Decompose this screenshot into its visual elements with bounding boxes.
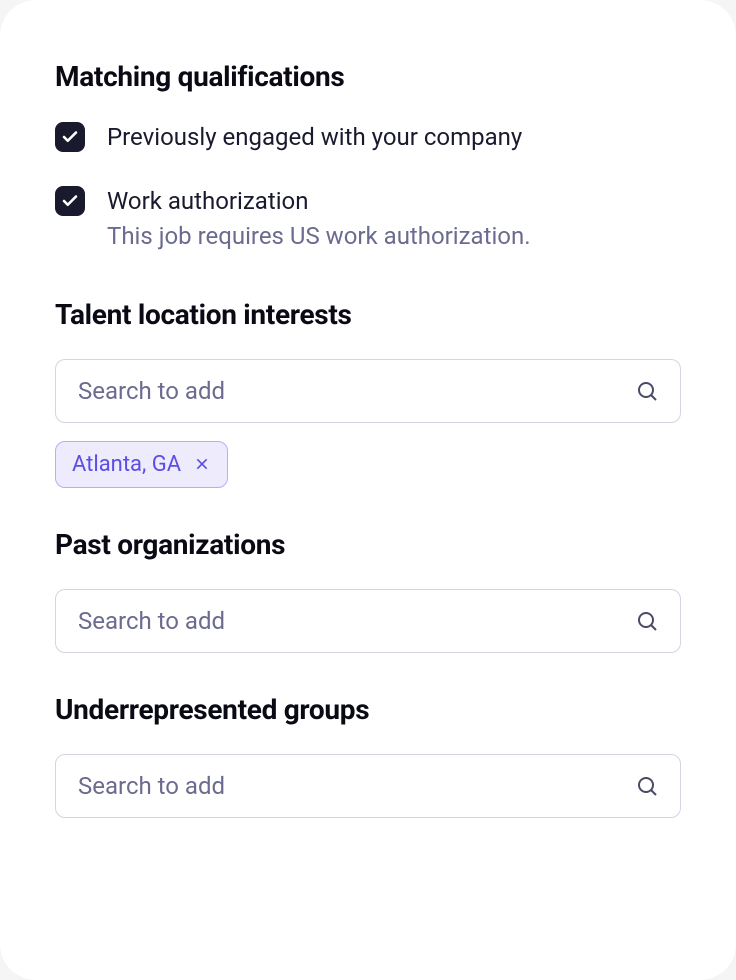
groups-search-wrapper	[55, 754, 681, 818]
qualification-label: Work authorization	[107, 185, 531, 219]
groups-search-input[interactable]	[55, 754, 681, 818]
checkbox-work-auth[interactable]	[55, 186, 85, 216]
matching-section: Matching qualifications Previously engag…	[55, 60, 681, 254]
organizations-search-input[interactable]	[55, 589, 681, 653]
qualification-row-work-auth: Work authorization This job requires US …	[55, 185, 681, 254]
locations-title: Talent location interests	[55, 298, 681, 331]
groups-section: Underrepresented groups	[55, 693, 681, 818]
locations-search-wrapper	[55, 359, 681, 423]
locations-search-input[interactable]	[55, 359, 681, 423]
checkbox-content: Work authorization This job requires US …	[107, 185, 531, 254]
check-icon	[61, 128, 79, 146]
chip-label: Atlanta, GA	[72, 452, 181, 477]
checkbox-content: Previously engaged with your company	[107, 121, 522, 155]
close-icon	[194, 456, 210, 472]
check-icon	[61, 192, 79, 210]
qualification-subtext: This job requires US work authorization.	[107, 220, 531, 254]
matching-title: Matching qualifications	[55, 60, 681, 93]
chip-remove-button[interactable]	[193, 455, 211, 473]
organizations-search-wrapper	[55, 589, 681, 653]
filters-card: Matching qualifications Previously engag…	[0, 0, 736, 980]
locations-section: Talent location interests Atlanta, GA	[55, 298, 681, 488]
location-chip: Atlanta, GA	[55, 441, 228, 488]
organizations-title: Past organizations	[55, 528, 681, 561]
qualification-row-engaged: Previously engaged with your company	[55, 121, 681, 155]
qualification-label: Previously engaged with your company	[107, 121, 522, 155]
groups-title: Underrepresented groups	[55, 693, 681, 726]
checkbox-engaged[interactable]	[55, 122, 85, 152]
organizations-section: Past organizations	[55, 528, 681, 653]
